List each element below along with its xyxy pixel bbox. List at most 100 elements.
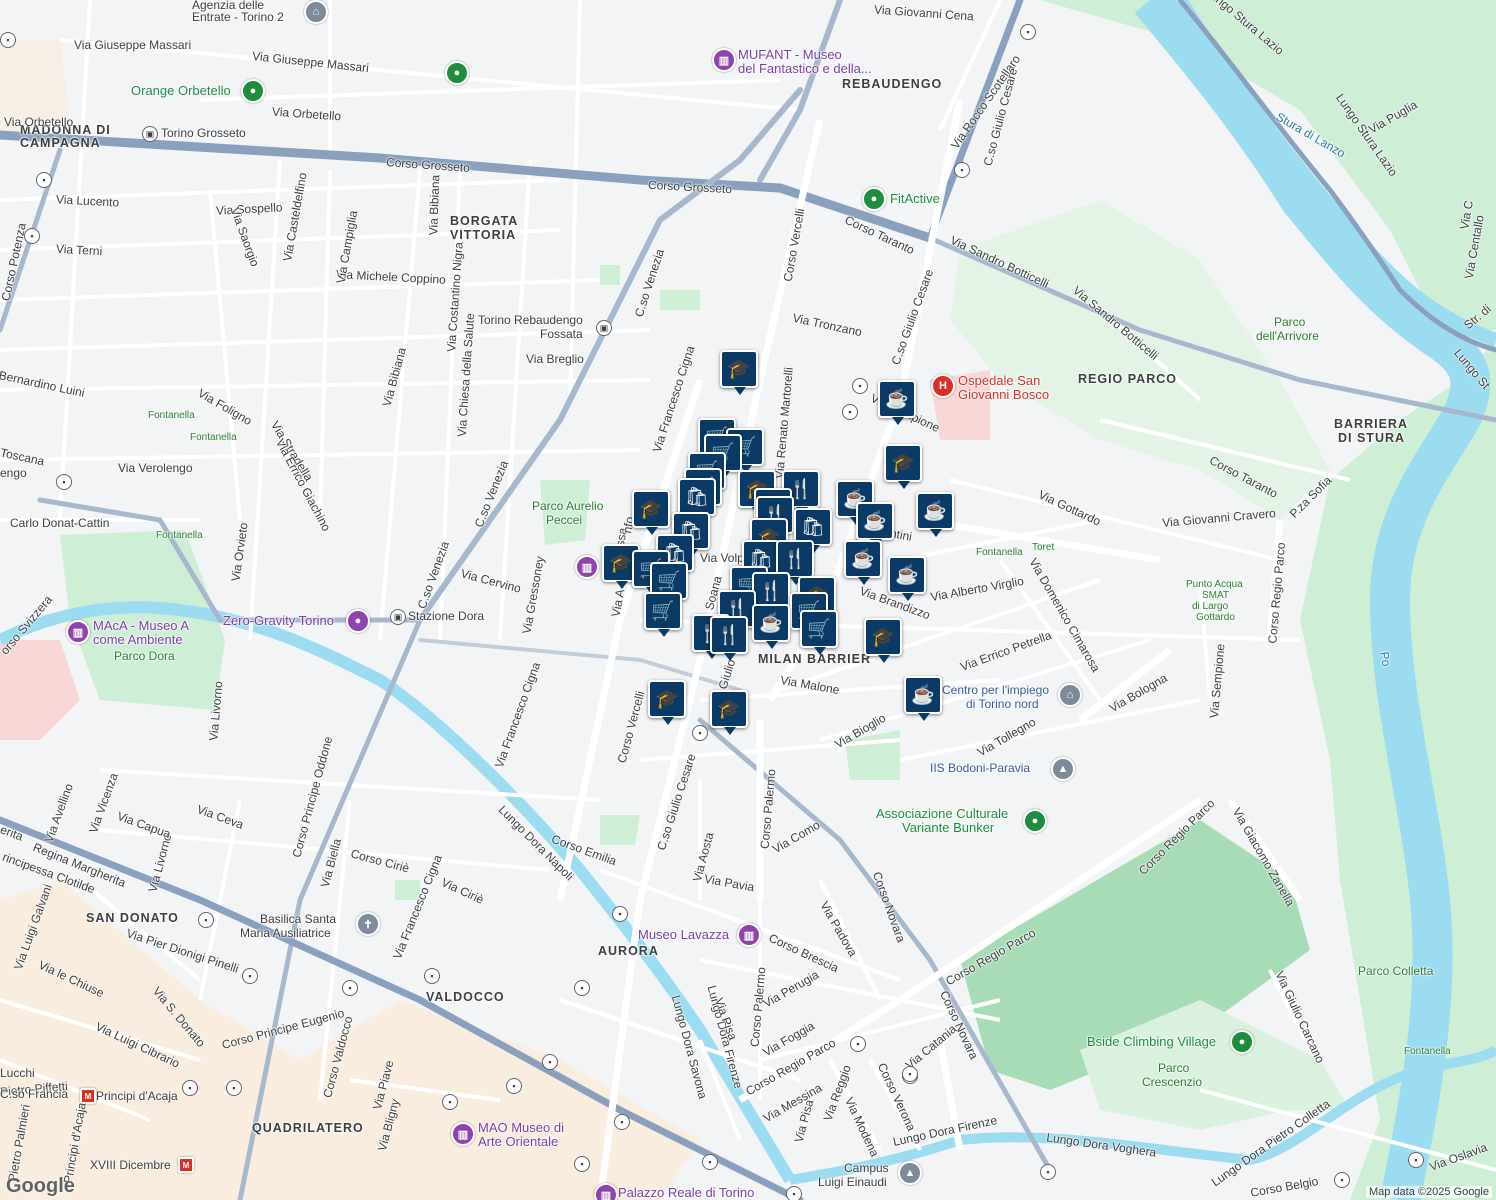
- poi-iis-bodoni[interactable]: IIS Bodoni-Paravia: [930, 761, 1030, 775]
- bus-stop-icon[interactable]: ▪: [1334, 1172, 1350, 1188]
- gym-icon[interactable]: ●: [862, 187, 886, 211]
- bus-stop-icon[interactable]: ▪: [842, 404, 858, 420]
- bus-stop-icon[interactable]: ▪: [242, 968, 258, 984]
- poi-campus-line1[interactable]: Campus: [844, 1161, 889, 1175]
- shopping-bag-pin-icon[interactable]: 🛍: [678, 478, 716, 523]
- gym-icon[interactable]: ●: [346, 609, 370, 633]
- bus-stop-icon[interactable]: ▪: [36, 172, 52, 188]
- bus-stop-icon[interactable]: ▪: [1408, 1152, 1424, 1168]
- bus-stop-icon[interactable]: ▪: [56, 474, 72, 490]
- poi-palazzo-reale[interactable]: Palazzo Reale di Torino: [618, 1185, 754, 1200]
- poi-mufant-line1[interactable]: MUFANT - Museo: [738, 47, 842, 62]
- school-pin-icon[interactable]: 🎓: [884, 444, 922, 489]
- poi-parco-colletta[interactable]: Parco Colletta: [1358, 964, 1433, 978]
- museum-icon[interactable]: ▥: [712, 48, 736, 72]
- poi-basilica-line1[interactable]: Basilica Santa: [260, 912, 336, 926]
- poi-xviii-dicembre[interactable]: XVIII Dicembre: [90, 1158, 171, 1172]
- poi-fitactive[interactable]: FitActive: [890, 191, 940, 206]
- school-icon[interactable]: ▲: [898, 1161, 922, 1185]
- bus-stop-icon[interactable]: ▪: [850, 1036, 866, 1052]
- poi-maca-line2[interactable]: come Ambiente: [93, 632, 183, 647]
- bus-stop-icon[interactable]: ▪: [342, 980, 358, 996]
- poi-orange-orbetello[interactable]: Orange Orbetello: [131, 83, 231, 98]
- bus-stop-icon[interactable]: ▪: [574, 980, 590, 996]
- poi-parco-arrivore-line1[interactable]: Parco: [1274, 315, 1305, 329]
- poi-zero-gravity[interactable]: Zero-Gravity Torino: [223, 613, 334, 628]
- restaurant-pin-icon[interactable]: 🍴: [710, 616, 748, 661]
- cafe-pin-icon[interactable]: ☕: [888, 556, 926, 601]
- poi-stazione-dora[interactable]: Stazione Dora: [408, 609, 484, 623]
- government-icon[interactable]: ⌂: [304, 0, 328, 24]
- gym-icon[interactable]: ●: [1230, 1030, 1254, 1054]
- bus-stop-icon[interactable]: ▪: [612, 906, 628, 922]
- train-station-icon[interactable]: ▣: [390, 609, 406, 625]
- museum-icon[interactable]: ▥: [594, 1183, 618, 1200]
- school-pin-icon[interactable]: 🎓: [648, 680, 686, 725]
- bus-stop-icon[interactable]: ▪: [506, 1078, 522, 1094]
- bus-stop-icon[interactable]: ▪: [198, 912, 214, 928]
- bus-stop-icon[interactable]: ▪: [954, 162, 970, 178]
- bus-stop-icon[interactable]: ▪: [852, 378, 868, 394]
- school-pin-icon[interactable]: 🎓: [632, 490, 670, 535]
- culture-icon[interactable]: ●: [1023, 809, 1047, 833]
- shopping-cart-pin-icon[interactable]: 🛒: [644, 592, 682, 637]
- poi-rebaudengo-fossata-line1[interactable]: Torino Rebaudengo: [478, 313, 583, 327]
- train-station-icon[interactable]: ▣: [142, 126, 158, 142]
- bus-stop-icon[interactable]: ▪: [0, 32, 16, 48]
- shopping-icon[interactable]: ●: [445, 61, 469, 85]
- church-icon[interactable]: ✝: [356, 912, 380, 936]
- school-pin-icon[interactable]: 🎓: [710, 690, 748, 735]
- poi-torino-grosseto[interactable]: Torino Grosseto: [161, 126, 246, 140]
- poi-maca-line1[interactable]: MAcA - Museo A: [93, 618, 189, 633]
- museum-icon[interactable]: ▥: [575, 555, 599, 579]
- bus-stop-icon[interactable]: ▪: [226, 1080, 242, 1096]
- poi-parco-aurelio-line2[interactable]: Peccei: [546, 513, 582, 527]
- poi-museo-lavazza[interactable]: Museo Lavazza: [638, 927, 729, 942]
- cafe-pin-icon[interactable]: ☕: [856, 502, 894, 547]
- museum-icon[interactable]: ▥: [451, 1122, 475, 1146]
- poi-campus-line2[interactable]: Luigi Einaudi: [818, 1175, 887, 1189]
- poi-parco-crescenzio-line2[interactable]: Crescenzio: [1142, 1075, 1202, 1089]
- bus-stop-icon[interactable]: ▪: [182, 1080, 198, 1096]
- museum-icon[interactable]: ▥: [737, 923, 761, 947]
- poi-centro-impiego-line2[interactable]: di Torino nord: [966, 697, 1039, 711]
- bus-stop-icon[interactable]: ▪: [692, 725, 708, 741]
- poi-variante-line2[interactable]: Variante Bunker: [902, 820, 994, 835]
- cafe-pin-icon[interactable]: ☕: [844, 540, 882, 585]
- government-icon[interactable]: ⌂: [1058, 683, 1082, 707]
- bus-stop-icon[interactable]: ▪: [574, 1156, 590, 1172]
- map-canvas[interactable]: MADONNA DI CAMPAGNA BORGATA VITTORIA REB…: [0, 0, 1496, 1200]
- cafe-pin-icon[interactable]: ☕: [878, 380, 916, 425]
- metro-icon[interactable]: M: [178, 1157, 194, 1173]
- poi-principi-acaja[interactable]: Principi d'Acaja: [96, 1089, 178, 1103]
- poi-mao-line2[interactable]: Arte Orientale: [478, 1134, 558, 1149]
- school-icon[interactable]: ▲: [1051, 757, 1075, 781]
- bus-stop-icon[interactable]: ▪: [786, 1186, 802, 1200]
- cafe-pin-icon[interactable]: ☕: [904, 676, 942, 721]
- poi-mufant-line2[interactable]: del Fantastico e della...: [738, 61, 872, 76]
- bus-stop-icon[interactable]: ▪: [24, 228, 40, 244]
- cafe-pin-icon[interactable]: ☕: [752, 604, 790, 649]
- poi-parco-crescenzio-line1[interactable]: Parco: [1158, 1061, 1189, 1075]
- school-pin-icon[interactable]: 🎓: [864, 618, 902, 663]
- museum-icon[interactable]: ▥: [66, 620, 90, 644]
- poi-parco-dora[interactable]: Parco Dora: [114, 649, 175, 663]
- cafe-pin-icon[interactable]: ☕: [916, 492, 954, 537]
- poi-parco-arrivore-line2[interactable]: dell'Arrivore: [1256, 329, 1319, 343]
- school-pin-icon[interactable]: 🎓: [720, 350, 758, 395]
- bus-stop-icon[interactable]: ▪: [1040, 1164, 1056, 1180]
- poi-ospedale-line2[interactable]: Giovanni Bosco: [958, 387, 1049, 402]
- shopping-cart-pin-icon[interactable]: 🛒: [800, 610, 838, 655]
- bus-stop-icon[interactable]: ▪: [424, 968, 440, 984]
- bus-stop-icon[interactable]: ▪: [702, 1154, 718, 1170]
- poi-basilica-line2[interactable]: Maria Ausiliatrice: [240, 926, 331, 940]
- poi-rebaudengo-fossata-line2[interactable]: Fossata: [540, 327, 583, 341]
- bus-stop-icon[interactable]: ▪: [614, 1114, 630, 1130]
- bus-stop-icon[interactable]: ▪: [542, 1054, 558, 1070]
- poi-parco-aurelio-line1[interactable]: Parco Aurelio: [532, 499, 603, 513]
- poi-centro-impiego-line1[interactable]: Centro per l'impiego: [942, 683, 1049, 697]
- poi-ospedale-line1[interactable]: Ospedale San: [958, 373, 1040, 388]
- poi-bside[interactable]: Bside Climbing Village: [1087, 1034, 1216, 1049]
- bus-stop-icon[interactable]: ▪: [1020, 24, 1036, 40]
- poi-variante-line1[interactable]: Associazione Culturale: [876, 806, 1008, 821]
